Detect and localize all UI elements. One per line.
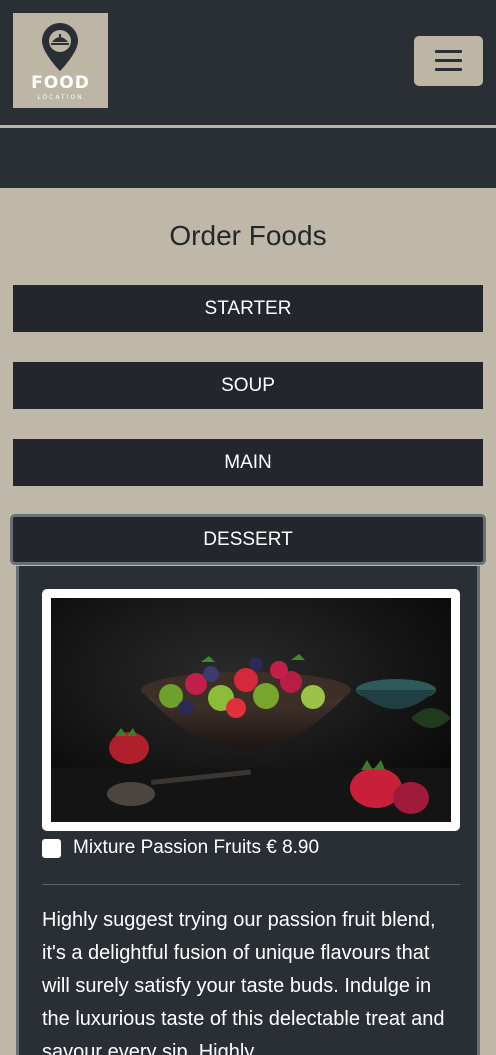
logo-title: FOOD: [31, 73, 90, 93]
hamburger-icon: [435, 68, 462, 71]
location-pin-icon: [42, 23, 78, 71]
item-label: Mixture Passion Fruits € 8.90: [73, 837, 320, 858]
top-navbar: FOOD LOCATION: [0, 0, 496, 125]
dessert-photo-frame: [42, 589, 460, 831]
menu-toggle-button[interactable]: [414, 36, 483, 86]
fruit-salad-image: [51, 598, 451, 822]
panel-divider: [42, 884, 460, 885]
category-dessert-button[interactable]: DESSERT: [10, 514, 486, 565]
dessert-item-row[interactable]: Mixture Passion Fruits € 8.90: [42, 836, 319, 860]
category-starter-button[interactable]: STARTER: [13, 285, 483, 332]
category-soup-button[interactable]: SOUP: [13, 362, 483, 409]
logo-subtitle: LOCATION: [37, 94, 84, 101]
item-checkbox[interactable]: [42, 838, 61, 858]
item-description: Highly suggest trying our passion fruit …: [42, 909, 445, 1055]
hamburger-icon: [435, 59, 462, 62]
category-main-button[interactable]: MAIN: [13, 439, 483, 486]
page-title: Order Foods: [169, 220, 327, 251]
sub-header-bar: [0, 128, 496, 188]
hamburger-icon: [435, 50, 462, 53]
brand-logo[interactable]: FOOD LOCATION: [13, 13, 108, 108]
dessert-panel: Mixture Passion Fruits € 8.90 Highly sug…: [16, 566, 480, 1055]
